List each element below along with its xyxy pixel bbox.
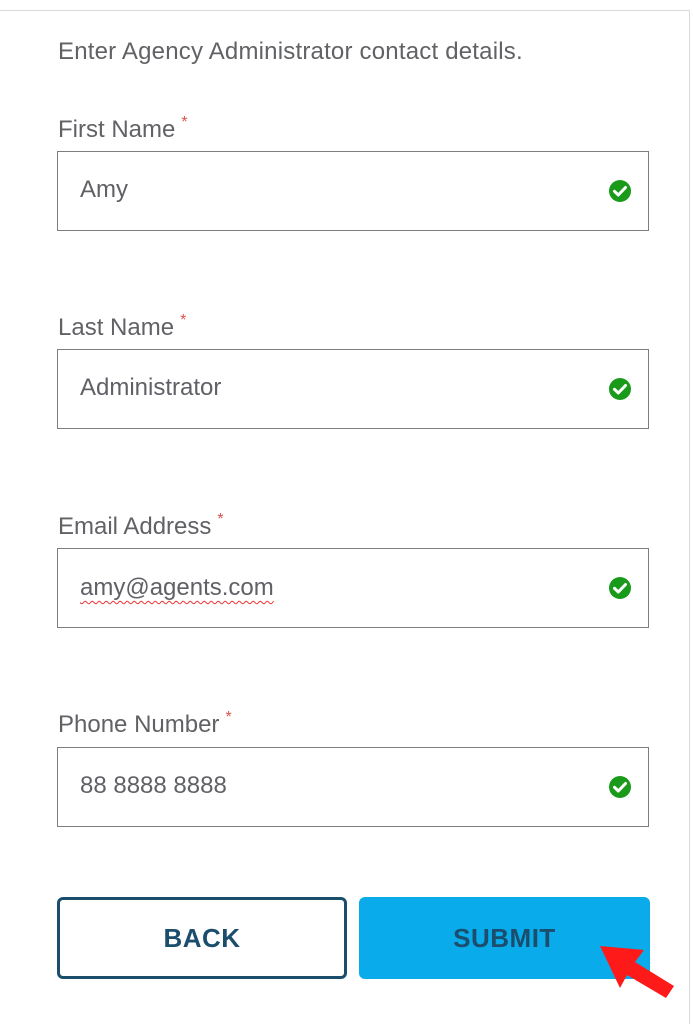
back-button-label: BACK — [163, 922, 241, 953]
email-label-text: Email Address — [58, 513, 212, 540]
phone-input[interactable] — [80, 748, 600, 824]
check-circle-icon — [609, 378, 631, 400]
last-name-label: Last Name * — [58, 312, 187, 342]
last-name-label-text: Last Name — [58, 314, 175, 341]
email-value[interactable]: amy@agents.com — [80, 549, 274, 627]
check-circle-icon — [609, 577, 631, 599]
first-name-field[interactable] — [57, 151, 649, 231]
email-field[interactable]: amy@agents.com — [57, 548, 649, 628]
phone-label: Phone Number * — [58, 709, 232, 739]
email-label: Email Address * — [58, 511, 224, 541]
last-name-field[interactable] — [57, 349, 649, 429]
first-name-label-text: First Name — [58, 116, 176, 143]
first-name-label: First Name * — [58, 114, 188, 144]
back-button[interactable]: BACK — [57, 897, 347, 979]
check-circle-icon — [609, 776, 631, 798]
required-marker: * — [225, 709, 232, 726]
submit-button-label: SUBMIT — [453, 922, 556, 953]
required-marker: * — [181, 114, 188, 131]
arrow-cursor-icon — [600, 946, 674, 998]
required-marker: * — [180, 312, 187, 329]
required-marker: * — [217, 511, 224, 528]
first-name-input[interactable] — [80, 152, 600, 228]
phone-field[interactable] — [57, 747, 649, 827]
phone-label-text: Phone Number — [58, 711, 220, 738]
last-name-input[interactable] — [80, 350, 600, 426]
form-intro: Enter Agency Administrator contact detai… — [58, 38, 523, 65]
check-circle-icon — [609, 180, 631, 202]
